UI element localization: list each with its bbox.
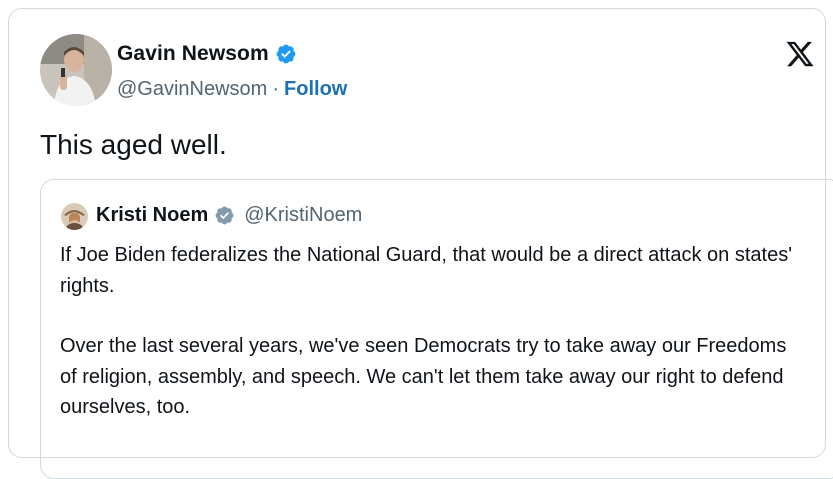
quoted-author-name[interactable]: Kristi Noem	[96, 204, 208, 227]
quoted-tweet[interactable]: Kristi Noem @KristiNoem If Joe Biden fed…	[40, 179, 833, 479]
quoted-tweet-body: If Joe Biden federalizes the National Gu…	[60, 240, 800, 423]
author-avatar[interactable]	[40, 34, 112, 106]
quoted-author-avatar[interactable]	[61, 203, 88, 230]
author-name-text[interactable]: Gavin Newsom	[117, 42, 269, 66]
verified-badge-icon	[276, 44, 296, 64]
separator-dot: ·	[272, 78, 280, 100]
gray-verified-badge-icon	[215, 206, 234, 225]
follow-button[interactable]: Follow	[284, 78, 347, 100]
quoted-author-handle[interactable]: @KristiNoem	[244, 204, 362, 227]
quoted-author-row: Kristi Noem @KristiNoem	[96, 204, 362, 227]
author-name[interactable]: Gavin Newsom	[117, 42, 297, 66]
author-handle-row: @GavinNewsom · Follow	[117, 78, 347, 101]
tweet-card: Gavin Newsom @GavinNewsom · Follow This ag…	[8, 8, 833, 479]
quoted-paragraph: Over the last several years, we've seen …	[60, 335, 787, 418]
x-logo-icon[interactable]	[785, 39, 815, 69]
author-handle[interactable]: @GavinNewsom	[117, 78, 267, 100]
quoted-paragraph: If Joe Biden federalizes the National Gu…	[60, 244, 793, 297]
tweet-text: This aged well.	[40, 129, 227, 160]
